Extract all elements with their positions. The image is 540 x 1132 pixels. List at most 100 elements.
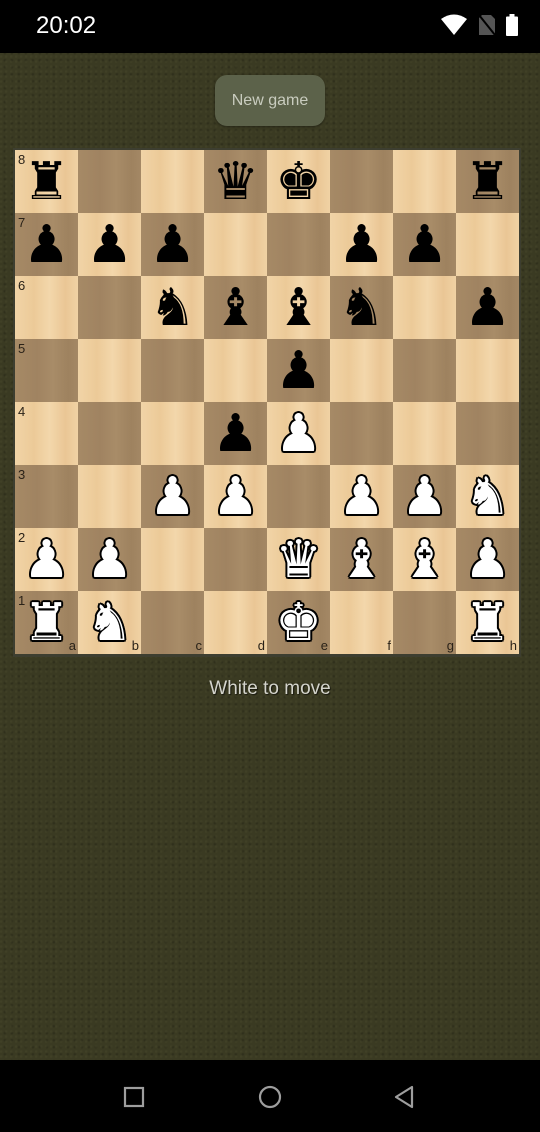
square-d5[interactable] — [204, 339, 267, 402]
square-f2[interactable]: ♝ — [330, 528, 393, 591]
white-pawn-icon[interactable]: ♟ — [393, 465, 456, 528]
chess-board[interactable]: 8 ♜ ♛ ♚ ♜ 7 ♟ ♟ ♟ ♟ ♟ 6 ♞ ♝ ♝ ♞ ♟ 5 ♟ 4 ♟ ♟ 3 ♟ ♟ ♟ ♟ ♞ 2 ♟ ♟ ♛ ♝ ♝ ♟ 1 a ♜ b ♞… — [15, 150, 519, 654]
square-b3[interactable] — [78, 465, 141, 528]
square-e4[interactable]: ♟ — [267, 402, 330, 465]
square-b4[interactable] — [78, 402, 141, 465]
square-g8[interactable] — [393, 150, 456, 213]
square-f1[interactable]: f — [330, 591, 393, 654]
white-rook-icon[interactable]: ♜ — [15, 591, 78, 654]
white-pawn-icon[interactable]: ♟ — [330, 465, 393, 528]
square-h7[interactable] — [456, 213, 519, 276]
black-bishop-icon[interactable]: ♝ — [267, 276, 330, 339]
square-e3[interactable] — [267, 465, 330, 528]
square-b2[interactable]: ♟ — [78, 528, 141, 591]
black-queen-icon[interactable]: ♛ — [204, 150, 267, 213]
square-a4[interactable]: 4 — [15, 402, 78, 465]
home-button[interactable] — [257, 1084, 283, 1110]
black-king-icon[interactable]: ♚ — [267, 150, 330, 213]
black-pawn-icon[interactable]: ♟ — [78, 213, 141, 276]
square-b8[interactable] — [78, 150, 141, 213]
white-pawn-icon[interactable]: ♟ — [78, 528, 141, 591]
square-g4[interactable] — [393, 402, 456, 465]
square-e1[interactable]: e ♚ — [267, 591, 330, 654]
square-h8[interactable]: ♜ — [456, 150, 519, 213]
black-rook-icon[interactable]: ♜ — [15, 150, 78, 213]
black-pawn-icon[interactable]: ♟ — [15, 213, 78, 276]
black-rook-icon[interactable]: ♜ — [456, 150, 519, 213]
black-pawn-icon[interactable]: ♟ — [141, 213, 204, 276]
square-e6[interactable]: ♝ — [267, 276, 330, 339]
square-e5[interactable]: ♟ — [267, 339, 330, 402]
square-c6[interactable]: ♞ — [141, 276, 204, 339]
white-pawn-icon[interactable]: ♟ — [141, 465, 204, 528]
square-g6[interactable] — [393, 276, 456, 339]
square-f8[interactable] — [330, 150, 393, 213]
square-b7[interactable]: ♟ — [78, 213, 141, 276]
square-f4[interactable] — [330, 402, 393, 465]
square-g3[interactable]: ♟ — [393, 465, 456, 528]
square-a3[interactable]: 3 — [15, 465, 78, 528]
square-c5[interactable] — [141, 339, 204, 402]
square-d6[interactable]: ♝ — [204, 276, 267, 339]
white-pawn-icon[interactable]: ♟ — [456, 528, 519, 591]
back-button[interactable] — [392, 1084, 418, 1110]
square-d7[interactable] — [204, 213, 267, 276]
white-pawn-icon[interactable]: ♟ — [204, 465, 267, 528]
black-bishop-icon[interactable]: ♝ — [204, 276, 267, 339]
white-bishop-icon[interactable]: ♝ — [393, 528, 456, 591]
black-pawn-icon[interactable]: ♟ — [267, 339, 330, 402]
square-d8[interactable]: ♛ — [204, 150, 267, 213]
square-a2[interactable]: 2 ♟ — [15, 528, 78, 591]
square-d3[interactable]: ♟ — [204, 465, 267, 528]
square-a1[interactable]: 1 a ♜ — [15, 591, 78, 654]
square-g2[interactable]: ♝ — [393, 528, 456, 591]
square-d4[interactable]: ♟ — [204, 402, 267, 465]
square-c7[interactable]: ♟ — [141, 213, 204, 276]
square-c8[interactable] — [141, 150, 204, 213]
recents-button[interactable] — [121, 1084, 147, 1110]
white-rook-icon[interactable]: ♜ — [456, 591, 519, 654]
square-c3[interactable]: ♟ — [141, 465, 204, 528]
square-g5[interactable] — [393, 339, 456, 402]
square-e8[interactable]: ♚ — [267, 150, 330, 213]
black-knight-icon[interactable]: ♞ — [141, 276, 204, 339]
black-pawn-icon[interactable]: ♟ — [393, 213, 456, 276]
white-knight-icon[interactable]: ♞ — [78, 591, 141, 654]
white-king-icon[interactable]: ♚ — [267, 591, 330, 654]
new-game-button[interactable]: New game — [215, 75, 325, 126]
square-f7[interactable]: ♟ — [330, 213, 393, 276]
square-b6[interactable] — [78, 276, 141, 339]
black-pawn-icon[interactable]: ♟ — [456, 276, 519, 339]
square-b5[interactable] — [78, 339, 141, 402]
square-f6[interactable]: ♞ — [330, 276, 393, 339]
black-pawn-icon[interactable]: ♟ — [204, 402, 267, 465]
square-a5[interactable]: 5 — [15, 339, 78, 402]
square-h1[interactable]: h ♜ — [456, 591, 519, 654]
square-g7[interactable]: ♟ — [393, 213, 456, 276]
white-pawn-icon[interactable]: ♟ — [15, 528, 78, 591]
square-f5[interactable] — [330, 339, 393, 402]
square-e7[interactable] — [267, 213, 330, 276]
square-a7[interactable]: 7 ♟ — [15, 213, 78, 276]
white-queen-icon[interactable]: ♛ — [267, 528, 330, 591]
square-e2[interactable]: ♛ — [267, 528, 330, 591]
white-bishop-icon[interactable]: ♝ — [330, 528, 393, 591]
white-pawn-icon[interactable]: ♟ — [267, 402, 330, 465]
white-knight-icon[interactable]: ♞ — [456, 465, 519, 528]
black-knight-icon[interactable]: ♞ — [330, 276, 393, 339]
square-h5[interactable] — [456, 339, 519, 402]
square-h6[interactable]: ♟ — [456, 276, 519, 339]
square-f3[interactable]: ♟ — [330, 465, 393, 528]
square-c1[interactable]: c — [141, 591, 204, 654]
square-a8[interactable]: 8 ♜ — [15, 150, 78, 213]
square-h4[interactable] — [456, 402, 519, 465]
square-d2[interactable] — [204, 528, 267, 591]
square-d1[interactable]: d — [204, 591, 267, 654]
square-g1[interactable]: g — [393, 591, 456, 654]
black-pawn-icon[interactable]: ♟ — [330, 213, 393, 276]
square-c2[interactable] — [141, 528, 204, 591]
square-c4[interactable] — [141, 402, 204, 465]
square-h2[interactable]: ♟ — [456, 528, 519, 591]
square-h3[interactable]: ♞ — [456, 465, 519, 528]
square-a6[interactable]: 6 — [15, 276, 78, 339]
